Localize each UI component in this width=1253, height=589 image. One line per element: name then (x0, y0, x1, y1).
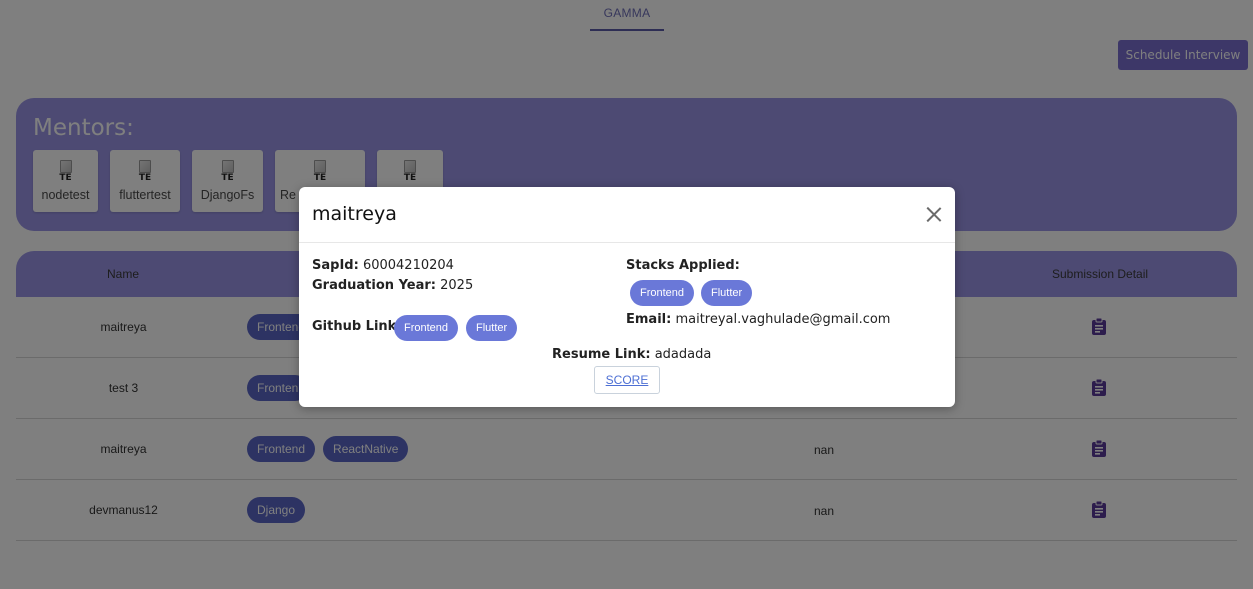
email-line: Email: maitreyal.vaghulade@gmail.com (626, 312, 890, 327)
github-label: Github Link: (312, 319, 402, 334)
github-link-flutter[interactable]: Flutter (466, 315, 518, 341)
stack-pill-flutter: Flutter (701, 280, 753, 306)
sapid-value: 60004210204 (362, 258, 454, 273)
modal-title: maitreya (312, 203, 397, 225)
candidate-modal: maitreya SapId: 60004210204 Graduation Y… (299, 187, 955, 407)
github-link-frontend[interactable]: Frontend (394, 315, 459, 341)
graduation-line: Graduation Year: 2025 (312, 278, 473, 293)
resume-label: Resume Link: (552, 347, 651, 362)
sapid-label: SapId: (312, 258, 359, 273)
graduation-label: Graduation Year: (312, 278, 436, 293)
graduation-value: 2025 (440, 278, 474, 293)
stack-pill-frontend: Frontend (630, 280, 695, 306)
stacks-label: Stacks Applied: (626, 258, 740, 273)
modal-header: maitreya (299, 187, 955, 243)
close-icon[interactable] (925, 206, 942, 223)
email-value: maitreyal.vaghulade@gmail.com (675, 312, 891, 327)
resume-value[interactable]: adadada (655, 347, 712, 362)
resume-line: Resume Link: adadada (552, 347, 711, 362)
sapid-line: SapId: 60004210204 (312, 258, 454, 273)
email-label: Email: (626, 312, 672, 327)
score-button[interactable]: SCORE (594, 366, 660, 394)
